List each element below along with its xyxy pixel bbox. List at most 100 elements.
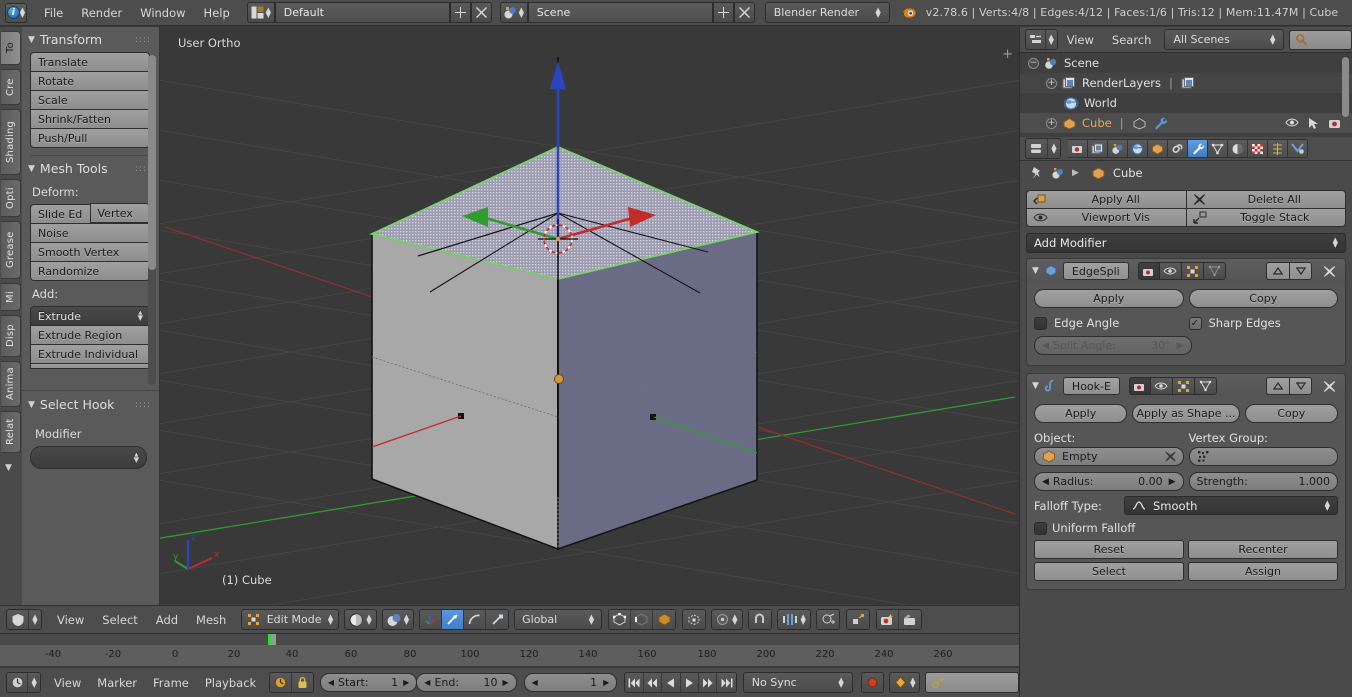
modifier-viewport-toggle[interactable] — [1150, 377, 1173, 395]
tool-tab-animation[interactable]: Anima — [1, 361, 21, 407]
properties-tab-texture[interactable] — [1248, 139, 1268, 158]
hook-falloff-type-dropdown[interactable]: Smooth ▲ ▼ — [1124, 496, 1338, 515]
menu-file[interactable]: File — [35, 1, 72, 25]
tool-tab-grease[interactable]: Grease — [1, 221, 21, 279]
timeline-menu-playback[interactable]: Playback — [197, 671, 264, 695]
hook-reset-button[interactable]: Reset — [1034, 540, 1184, 559]
limit-selection-icon[interactable] — [683, 610, 706, 629]
record-toggle[interactable] — [860, 672, 885, 693]
properties-tab-particles[interactable] — [1268, 139, 1288, 158]
properties-tab-world[interactable] — [1128, 139, 1148, 158]
clear-object-icon[interactable] — [1165, 451, 1176, 462]
shrink-fatten-button[interactable]: Shrink/Fatten — [30, 109, 150, 129]
lock-icon[interactable] — [291, 673, 313, 692]
viewport-add-region-icon[interactable]: + — [1002, 47, 1013, 62]
outliner-row-renderlayers[interactable]: + RenderLayers | — [1020, 73, 1352, 93]
translate-manipulator-icon[interactable] — [442, 610, 465, 629]
chevron-right-icon[interactable]: ▶ — [503, 678, 509, 687]
screen-layout-selector[interactable]: ▲ ▼ Default — [246, 2, 492, 23]
keying-set-field[interactable] — [925, 672, 1019, 693]
scale-manipulator-icon[interactable] — [486, 610, 509, 629]
panel-header-transform[interactable]: ▼ Transform :::: — [22, 27, 159, 50]
chevron-left-icon[interactable]: ◀ — [328, 678, 334, 687]
sharp-edges-checkbox[interactable]: ✓ — [1188, 316, 1202, 330]
hook-modifier-dropdown[interactable]: ▲ ▼ — [30, 446, 147, 469]
snap-magnet-icon[interactable] — [748, 610, 771, 629]
scene-selector[interactable]: ▲ ▼ Scene — [499, 2, 755, 23]
render-engine-selector[interactable]: Blender Render ▲ ▼ — [764, 2, 890, 23]
hook-strength-slider[interactable]: Strength: 1.000 — [1188, 472, 1338, 491]
slide-edge-button[interactable]: Slide Ed — [30, 204, 90, 224]
falloff-selector[interactable] — [815, 609, 840, 630]
edgesplit-copy-button[interactable]: Copy — [1188, 289, 1338, 308]
apply-all-button[interactable]: Apply All — [1026, 190, 1186, 209]
snap-toggle[interactable] — [747, 609, 772, 630]
hook-apply-as-shape-button[interactable]: Apply as Shape ... — [1132, 404, 1240, 423]
move-up-button[interactable] — [1266, 377, 1289, 395]
auto-keyframe-icon[interactable] — [270, 673, 292, 692]
pin-icon[interactable] — [1030, 166, 1044, 180]
edge-angle-checkbox[interactable] — [1034, 316, 1047, 330]
modifier-editmode-toggle[interactable] — [1172, 377, 1195, 395]
screen-layout-icon[interactable]: ▲ ▼ — [246, 2, 275, 23]
modifier-oncage-toggle[interactable] — [1194, 377, 1217, 395]
collapse-icon[interactable]: − — [1028, 57, 1039, 69]
render-view-icon[interactable] — [876, 610, 899, 629]
chevron-updown-icon[interactable]: ▲ ▼ — [1048, 139, 1060, 158]
chevron-left-icon[interactable]: ◀ — [1042, 477, 1049, 487]
viewport-vis-button[interactable]: Viewport Vis — [1026, 208, 1186, 227]
scrollbar-thumb[interactable] — [1342, 57, 1349, 117]
translate-button[interactable]: Translate — [30, 52, 150, 72]
chevron-left-icon[interactable]: ◀ — [1042, 341, 1049, 351]
hook-assign-button[interactable]: Assign — [1188, 562, 1338, 581]
renderability-camera-icon[interactable] — [1328, 117, 1342, 129]
rotate-button[interactable]: Rotate — [30, 71, 150, 91]
next-keyframe-icon[interactable] — [698, 673, 718, 692]
timeline-editor-type[interactable]: ▲ ▼ — [6, 672, 41, 693]
delete-screen-layout-button[interactable] — [470, 2, 492, 23]
noise-button[interactable]: Noise — [30, 223, 150, 243]
vertex-slide-button[interactable]: Vertex — [89, 203, 150, 223]
hook-radius-slider[interactable]: ◀ Radius: 0.00 ▶ — [1034, 472, 1184, 491]
chevron-right-icon[interactable]: ▶ — [1169, 477, 1176, 487]
end-frame-field[interactable]: ◀ End: 10 ▶ — [416, 673, 517, 692]
push-pull-button[interactable]: Push/Pull — [30, 128, 150, 148]
outliner-row-scene[interactable]: − Scene — [1020, 53, 1352, 73]
face-select-icon[interactable] — [653, 610, 676, 629]
timeline-playhead[interactable] — [268, 634, 276, 645]
extrude-more-button[interactable] — [30, 363, 150, 369]
hook-copy-button[interactable]: Copy — [1244, 404, 1338, 423]
new-scene-button[interactable] — [712, 2, 734, 23]
chevron-right-icon[interactable]: ▶ — [603, 678, 609, 687]
modifier-header-edgesplit[interactable]: ▼ EdgeSpli — [1027, 259, 1345, 283]
chevron-updown-icon[interactable]: ▲ ▼ — [29, 610, 41, 629]
properties-tab-object-data[interactable] — [1208, 139, 1228, 158]
render-shading-selector[interactable]: ▲ ▼ — [381, 609, 415, 630]
modifier-render-toggle[interactable] — [1128, 377, 1151, 395]
limit-selection-toggle[interactable] — [682, 609, 707, 630]
hook-vertex-group-field[interactable] — [1188, 447, 1338, 466]
delete-scene-button[interactable] — [733, 2, 755, 23]
tool-tab-display[interactable]: Disp — [1, 315, 21, 357]
outliner-scrollbar[interactable] — [1342, 57, 1349, 129]
menu-select[interactable]: Select — [93, 608, 146, 632]
editor-type-icon[interactable] — [7, 610, 29, 629]
rotate-manipulator-icon[interactable] — [464, 610, 487, 629]
menu-window[interactable]: Window — [131, 1, 194, 25]
play-reverse-icon[interactable] — [662, 673, 681, 692]
chevron-down-icon[interactable]: ▼ — [1032, 381, 1039, 391]
sync-mode-selector[interactable]: No Sync ▲ ▼ — [742, 672, 853, 693]
chevron-right-icon[interactable]: ▶ — [1177, 341, 1184, 351]
proportional-edit-selector[interactable]: ▲ ▼ — [776, 609, 811, 630]
hook-recenter-button[interactable]: Recenter — [1188, 540, 1338, 559]
3d-viewport[interactable]: User Ortho (1) Cube x y z + — [160, 27, 1019, 605]
scene-name[interactable]: Scene — [527, 2, 713, 23]
info-editor-type-button[interactable]: i ▲ ▼ — [5, 2, 27, 23]
scrollbar-thumb[interactable] — [148, 55, 156, 270]
move-up-button[interactable] — [1266, 262, 1289, 280]
menu-mesh[interactable]: Mesh — [187, 608, 235, 632]
jump-to-start-icon[interactable] — [625, 673, 644, 692]
hook-apply-button[interactable]: Apply — [1034, 404, 1128, 423]
hook-select-button[interactable]: Select — [1034, 562, 1184, 581]
chevron-updown-icon[interactable]: ▲ ▼ — [28, 673, 40, 692]
